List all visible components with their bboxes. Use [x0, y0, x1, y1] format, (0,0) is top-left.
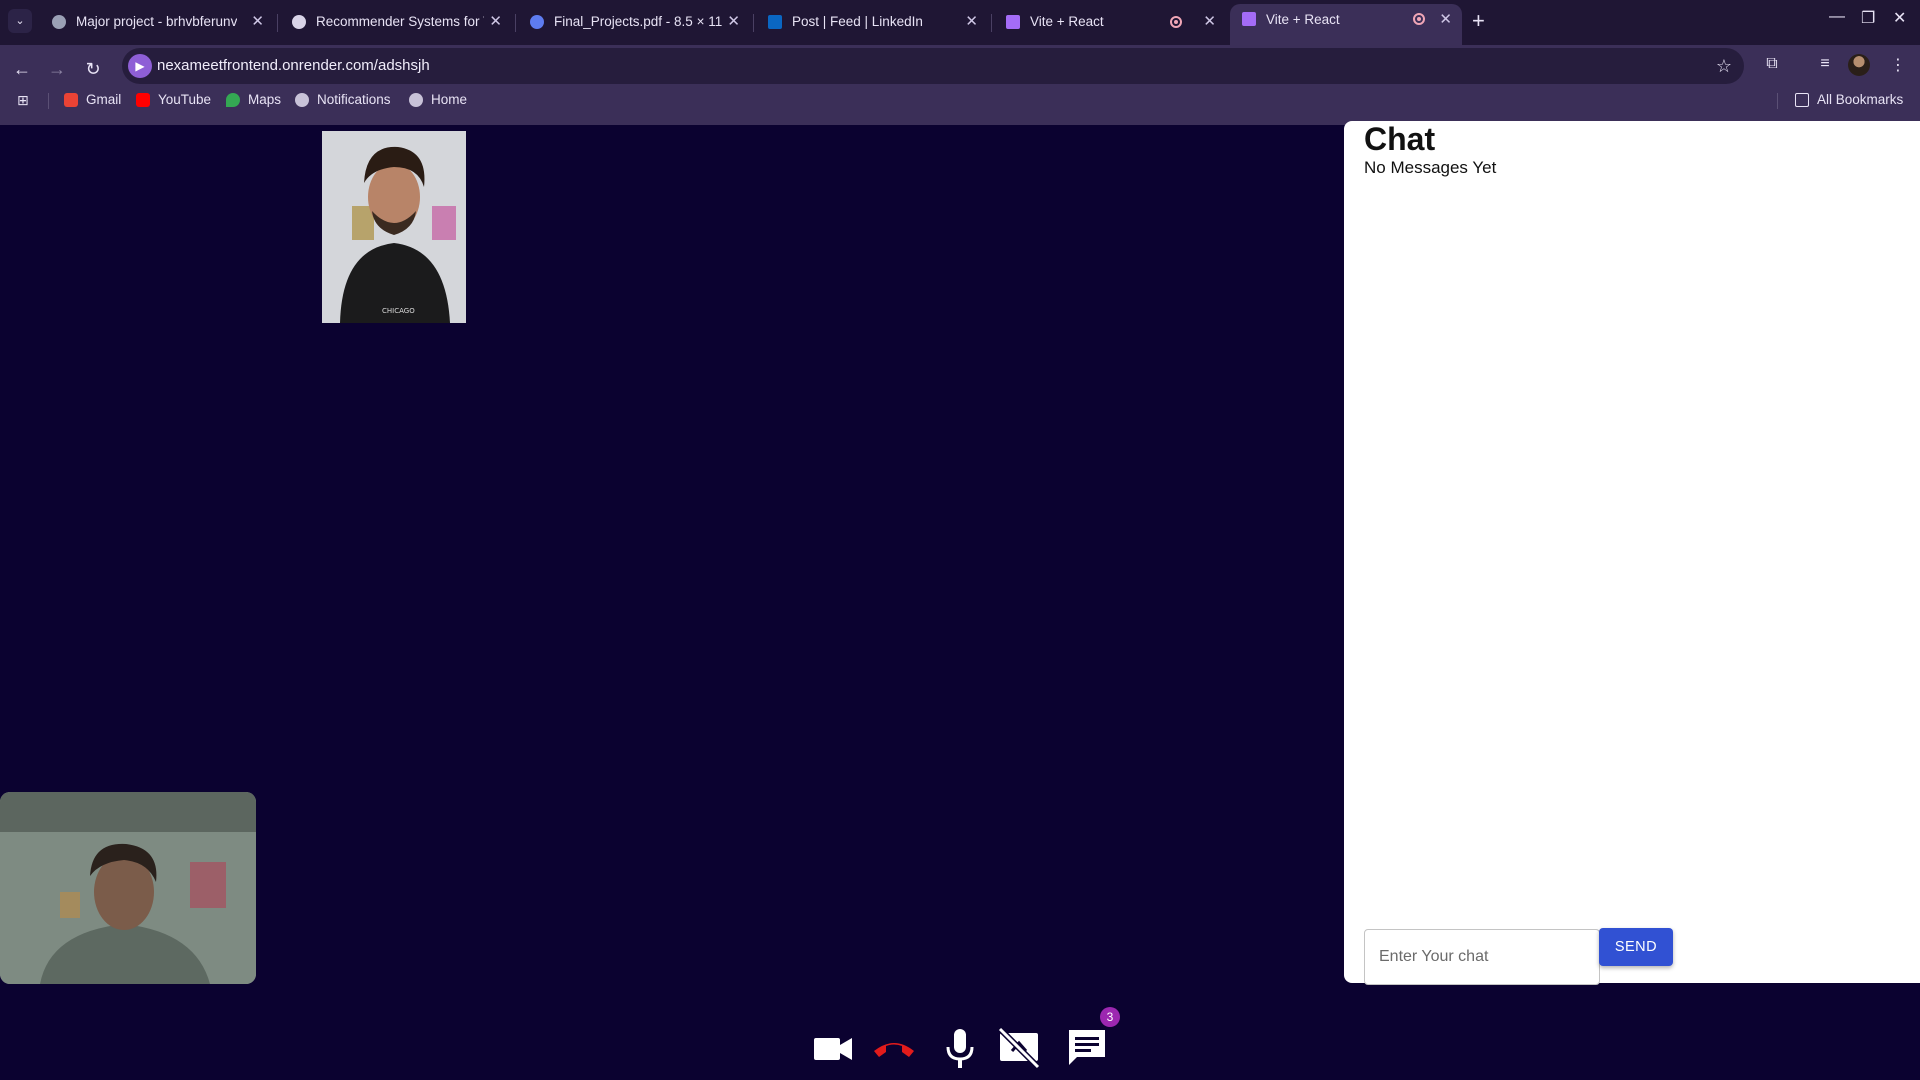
url-text[interactable]: nexameetfrontend.onrender.com/adshsjh: [157, 48, 430, 84]
svg-text:CHICAGO: CHICAGO: [382, 307, 415, 315]
new-tab-button[interactable]: +: [1472, 8, 1485, 34]
extensions-icon[interactable]: ⧉: [1760, 55, 1784, 73]
chat-empty-message: No Messages Yet: [1364, 158, 1497, 177]
maximize-icon[interactable]: ❐: [1861, 8, 1875, 28]
vite-icon: [1006, 15, 1020, 29]
bookmark-youtube[interactable]: YouTube: [136, 87, 211, 113]
tab-title: Post | Feed | LinkedIn: [792, 14, 923, 29]
browser-toolbar: ← → ↻ ▶ nexameetfrontend.onrender.com/ad…: [0, 45, 1920, 125]
tab-linkedin-feed[interactable]: Post | Feed | LinkedIn ✕: [756, 6, 988, 38]
local-video: [0, 792, 256, 984]
close-window-icon[interactable]: ✕: [1893, 8, 1906, 28]
bookmark-star-icon[interactable]: ☆: [1716, 48, 1732, 84]
close-icon[interactable]: ✕: [965, 6, 978, 38]
tab-title: Vite + React: [1030, 14, 1104, 29]
vite-icon: [1242, 12, 1256, 26]
globe-icon: [52, 15, 66, 29]
youtube-icon: [136, 93, 150, 107]
tab-vite-react-active[interactable]: Vite + React ✕: [1230, 4, 1462, 45]
media-controls-icon[interactable]: ≡: [1813, 55, 1837, 73]
chat-panel: Chat No Messages Yet SEND: [1344, 121, 1920, 985]
globe-icon: [409, 93, 423, 107]
close-icon[interactable]: ✕: [251, 6, 264, 38]
tab-search-button[interactable]: ⌄: [8, 9, 32, 33]
end-call-icon[interactable]: [871, 1025, 917, 1071]
address-bar[interactable]: ▶ nexameetfrontend.onrender.com/adshsjh …: [122, 48, 1744, 84]
close-icon[interactable]: ✕: [489, 6, 502, 38]
remote-video: CHICAGO: [322, 131, 466, 323]
maps-pin-icon: [226, 93, 240, 107]
video-camera-icon[interactable]: [810, 1025, 856, 1071]
local-person-image: [0, 792, 256, 984]
recording-icon: [1170, 16, 1182, 28]
profile-avatar[interactable]: [1848, 54, 1870, 76]
site-info-icon[interactable]: ▶: [128, 54, 152, 78]
bookmark-gmail[interactable]: Gmail: [64, 87, 121, 113]
tab-title: Vite + React: [1266, 12, 1340, 27]
tab-strip: ⌄ Major project - brhvbferunv ✕ Recommen…: [0, 0, 1920, 45]
microphone-icon[interactable]: [937, 1025, 983, 1071]
remote-person-image: CHICAGO: [322, 131, 466, 323]
chat-icon[interactable]: [1064, 1025, 1110, 1071]
bookmark-notifications[interactable]: Notifications: [295, 87, 391, 113]
tab-recommender-systems[interactable]: Recommender Systems for V ✕: [280, 6, 512, 38]
bookmark-home[interactable]: Home: [409, 87, 467, 113]
close-icon[interactable]: ✕: [727, 6, 740, 38]
forward-arrow-icon[interactable]: →: [43, 55, 71, 83]
pdf-editor-icon: [530, 15, 544, 29]
bookmarks-bar: ⊞ Gmail YouTube Maps Notifications Home …: [0, 87, 1920, 120]
chat-input[interactable]: [1364, 929, 1600, 985]
unread-badge: 3: [1100, 1007, 1120, 1027]
apps-grid-icon[interactable]: ⊞: [17, 87, 29, 113]
tab-vite-react[interactable]: Vite + React ✕: [994, 6, 1226, 38]
gmail-icon: [64, 93, 78, 107]
site-favicon-icon: [292, 15, 306, 29]
bookmark-maps[interactable]: Maps: [226, 87, 281, 113]
send-button[interactable]: SEND: [1599, 928, 1673, 966]
recording-icon: [1413, 13, 1425, 25]
back-arrow-icon[interactable]: ←: [8, 55, 36, 83]
chat-title: Chat: [1364, 121, 1436, 157]
minimize-icon[interactable]: —: [1829, 8, 1845, 26]
menu-dots-icon[interactable]: ⋮: [1886, 55, 1910, 75]
folder-icon: [1795, 93, 1809, 107]
tab-final-projects-pdf[interactable]: Final_Projects.pdf - 8.5 × 11.( ✕: [518, 6, 750, 38]
screen-share-off-icon[interactable]: [996, 1025, 1042, 1071]
all-bookmarks[interactable]: All Bookmarks: [1795, 87, 1903, 113]
tab-major-project[interactable]: Major project - brhvbferunv ✕: [40, 6, 274, 38]
close-icon[interactable]: ✕: [1439, 4, 1452, 36]
tab-title: Major project - brhvbferunv: [76, 14, 238, 29]
tab-title: Recommender Systems for V: [316, 14, 484, 29]
tab-title: Final_Projects.pdf - 8.5 × 11.(: [554, 14, 722, 29]
reload-icon[interactable]: ↻: [79, 55, 107, 83]
linkedin-icon: [768, 15, 782, 29]
close-icon[interactable]: ✕: [1203, 6, 1216, 38]
globe-icon: [295, 93, 309, 107]
